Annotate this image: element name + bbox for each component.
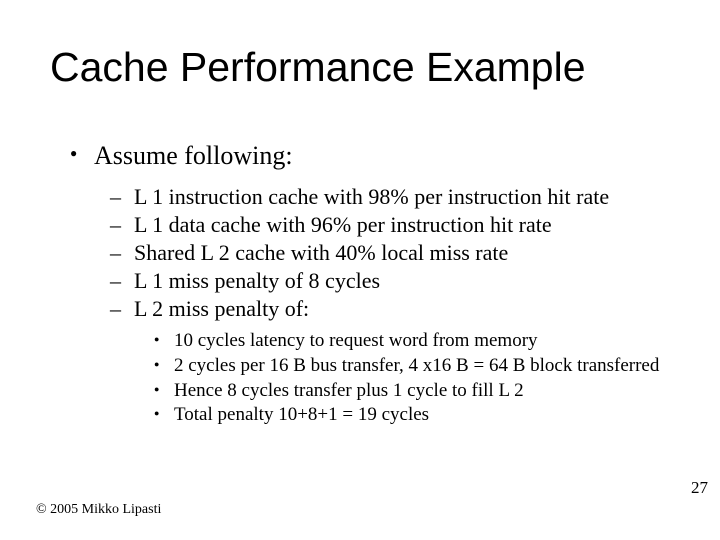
bullet-level1: Assume following: xyxy=(70,140,670,173)
bullet-level3: Hence 8 cycles transfer plus 1 cycle to … xyxy=(70,379,670,404)
bullet-level2: L 1 instruction cache with 98% per instr… xyxy=(70,183,670,211)
bullet-level2: Shared L 2 cache with 40% local miss rat… xyxy=(70,239,670,267)
copyright-footer: © 2005 Mikko Lipasti xyxy=(36,502,161,518)
assume-following-text: Assume following: xyxy=(94,141,293,170)
slide-body: Assume following: L 1 instruction cache … xyxy=(70,140,670,428)
bullet-level3: 10 cycles latency to request word from m… xyxy=(70,329,670,354)
l2-miss-penalty-text: L 2 miss penalty of: xyxy=(134,296,309,321)
bullet-level2: L 2 miss penalty of: xyxy=(70,295,670,323)
sub-bullet-group: 10 cycles latency to request word from m… xyxy=(70,329,670,428)
bullet-level3: Total penalty 10+8+1 = 19 cycles xyxy=(70,403,670,428)
bus-transfer-text: 2 cycles per 16 B bus transfer, 4 x16 B … xyxy=(174,355,659,376)
slide-title: Cache Performance Example xyxy=(50,44,586,91)
l1-miss-penalty-text: L 1 miss penalty of 8 cycles xyxy=(134,268,380,293)
total-penalty-text: Total penalty 10+8+1 = 19 cycles xyxy=(174,404,429,425)
transfer-8-cycles-text: Hence 8 cycles transfer plus 1 cycle to … xyxy=(174,380,524,401)
shared-l2-cache-text: Shared L 2 cache with 40% local miss rat… xyxy=(134,240,508,265)
l1-instruction-cache-text: L 1 instruction cache with 98% per instr… xyxy=(134,184,609,209)
page-number: 27 xyxy=(691,478,708,498)
bullet-level2: L 1 miss penalty of 8 cycles xyxy=(70,267,670,295)
bullet-level3: 2 cycles per 16 B bus transfer, 4 x16 B … xyxy=(70,354,670,379)
latency-10-cycles-text: 10 cycles latency to request word from m… xyxy=(174,330,538,351)
bullet-level2: L 1 data cache with 96% per instruction … xyxy=(70,211,670,239)
l1-data-cache-text: L 1 data cache with 96% per instruction … xyxy=(134,212,552,237)
slide: Cache Performance Example Assume followi… xyxy=(0,0,720,540)
